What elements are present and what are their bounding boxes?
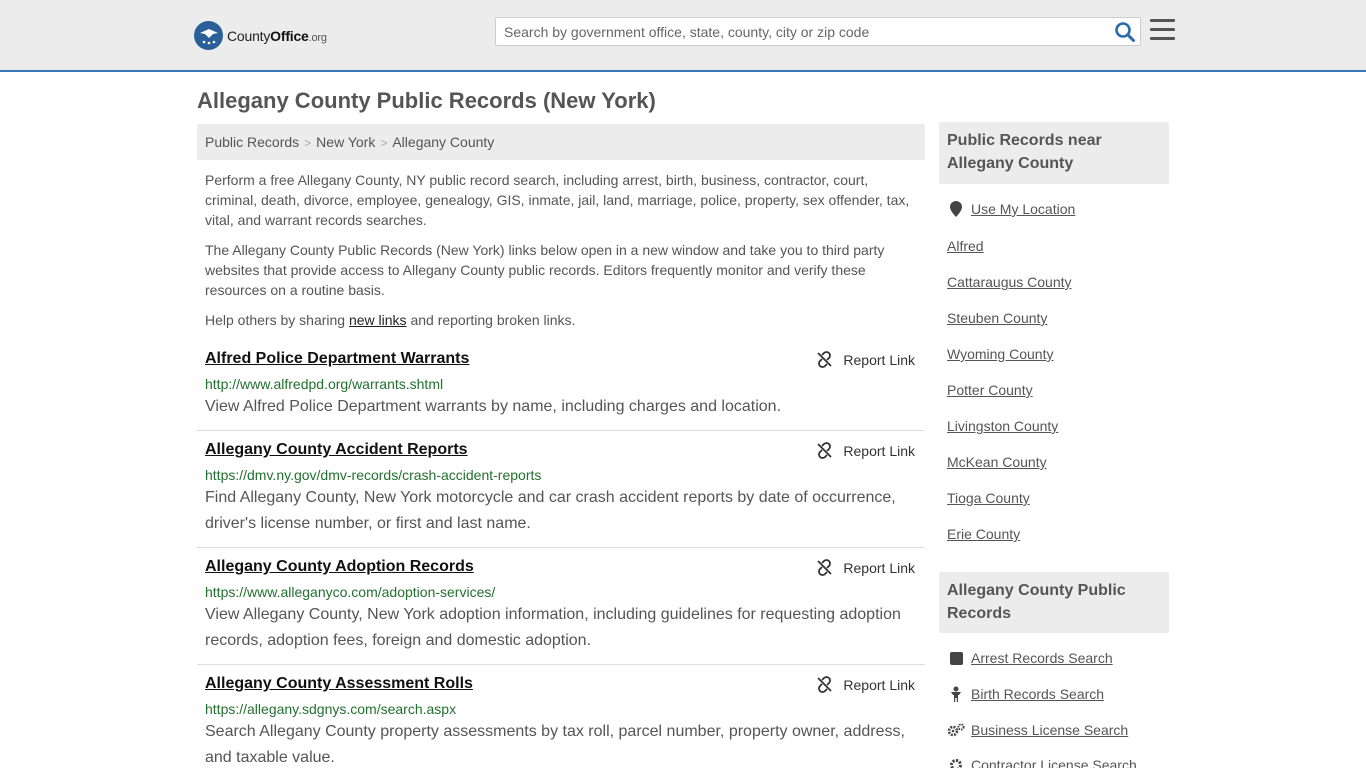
gears-icon (947, 723, 965, 737)
breadcrumb-separator-icon: > (380, 136, 388, 150)
use-my-location-label: Use My Location (971, 201, 1076, 217)
nearby-link-cattaraugus-county[interactable]: Cattaraugus County (947, 274, 1072, 290)
report-link-label: Report Link (843, 351, 915, 368)
record-title-link[interactable]: Allegany County Assessment Rolls (205, 675, 473, 693)
breadcrumb: Public Records > New York > Allegany County (197, 124, 925, 160)
breadcrumb-separator-icon: > (304, 136, 312, 150)
hamburger-menu-icon[interactable] (1150, 19, 1175, 42)
breadcrumb-allegany-county: Allegany County (392, 134, 495, 150)
broken-link-icon (817, 351, 833, 368)
record-url-link[interactable]: https://allegany.sdgnys.com/search.aspx (205, 701, 456, 717)
map-marker-icon (947, 201, 965, 217)
record-description: Search Allegany County property assessme… (205, 723, 905, 766)
logo-tld-text: .org (308, 31, 327, 44)
sidebar-record-contractor[interactable]: Contractor License Search (947, 757, 1137, 768)
nearby-link-erie-county[interactable]: Erie County (947, 526, 1020, 542)
record-item: Allegany County Assessment Rolls Report … (197, 675, 925, 768)
nearby-link-livingston-county[interactable]: Livingston County (947, 418, 1058, 434)
report-link-button[interactable]: Report Link (816, 676, 915, 693)
nearby-link-alfred[interactable]: Alfred (947, 238, 984, 254)
baby-icon (947, 686, 965, 702)
report-link-label: Report Link (843, 676, 915, 693)
intro-paragraph: Perform a free Allegany County, NY publi… (205, 172, 910, 228)
site-logo[interactable]: CountyOffice.org (194, 21, 327, 50)
report-link-button[interactable]: Report Link (816, 351, 915, 368)
search-icon[interactable] (1114, 21, 1136, 43)
site-header: CountyOffice.org (0, 0, 1366, 72)
broken-link-icon (817, 559, 833, 576)
report-link-label: Report Link (843, 442, 915, 459)
record-description: Find Allegany County, New York motorcycl… (205, 489, 896, 532)
record-url-link[interactable]: https://dmv.ny.gov/dmv-records/crash-acc… (205, 467, 541, 483)
sidebar-record-birth[interactable]: Birth Records Search (947, 686, 1104, 702)
record-url-link[interactable]: https://www.alleganyco.com/adoption-serv… (205, 584, 495, 600)
share-text-before: Help others by sharing (205, 312, 349, 328)
sidebar-nearby-heading: Public Records near Allegany County (939, 122, 1169, 184)
share-paragraph: Help others by sharing new links and rep… (205, 310, 917, 330)
logo-wordmark: CountyOffice.org (227, 28, 327, 44)
disclaimer-paragraph: The Allegany County Public Records (New … (205, 242, 885, 298)
logo-office-text: Office (270, 27, 309, 44)
sidebar-record-label: Contractor License Search (971, 757, 1137, 768)
nearby-link-tioga-county[interactable]: Tioga County (947, 490, 1030, 506)
record-item: Allegany County Adoption Records Report … (197, 558, 925, 665)
logo-county-text: County (227, 27, 271, 44)
record-title-link[interactable]: Allegany County Adoption Records (205, 558, 474, 576)
record-title-link[interactable]: Alfred Police Department Warrants (205, 350, 469, 368)
breadcrumb-public-records[interactable]: Public Records (205, 134, 299, 150)
share-text-after: and reporting broken links. (406, 312, 576, 328)
sidebar-records-heading: Allegany County Public Records (939, 572, 1169, 633)
sidebar-record-label: Business License Search (971, 722, 1129, 738)
sidebar-record-label: Birth Records Search (971, 686, 1105, 702)
sidebar-record-arrest[interactable]: Arrest Records Search (947, 650, 1113, 666)
nearby-link-potter-county[interactable]: Potter County (947, 382, 1033, 398)
use-my-location-link[interactable]: Use My Location (947, 201, 1075, 217)
record-title-link[interactable]: Allegany County Accident Reports (205, 441, 468, 459)
page-title: Allegany County Public Records (New York… (197, 88, 656, 113)
nearby-link-wyoming-county[interactable]: Wyoming County (947, 346, 1053, 362)
record-description: View Alfred Police Department warrants b… (205, 398, 782, 415)
record-item: Allegany County Accident Reports Report … (197, 441, 925, 548)
record-item: Alfred Police Department Warrants Report… (197, 350, 925, 431)
record-description: View Allegany County, New York adoption … (205, 606, 901, 649)
sidebar-record-business[interactable]: Business License Search (947, 722, 1128, 738)
nearby-link-mckean-county[interactable]: McKean County (947, 454, 1047, 470)
sidebar-record-label: Arrest Records Search (971, 650, 1113, 666)
search-box (495, 17, 1141, 46)
square-icon (947, 651, 965, 665)
broken-link-icon (817, 442, 833, 459)
record-url-link[interactable]: http://www.alfredpd.org/warrants.shtml (205, 376, 443, 392)
logo-eagle-icon (194, 21, 223, 50)
new-links-link[interactable]: new links (349, 312, 407, 328)
search-input[interactable] (496, 18, 1106, 45)
breadcrumb-new-york[interactable]: New York (316, 134, 375, 150)
report-link-button[interactable]: Report Link (816, 559, 915, 576)
nearby-link-steuben-county[interactable]: Steuben County (947, 310, 1047, 326)
report-link-button[interactable]: Report Link (816, 442, 915, 459)
gear-icon (947, 758, 965, 768)
broken-link-icon (817, 676, 833, 693)
report-link-label: Report Link (843, 559, 915, 576)
